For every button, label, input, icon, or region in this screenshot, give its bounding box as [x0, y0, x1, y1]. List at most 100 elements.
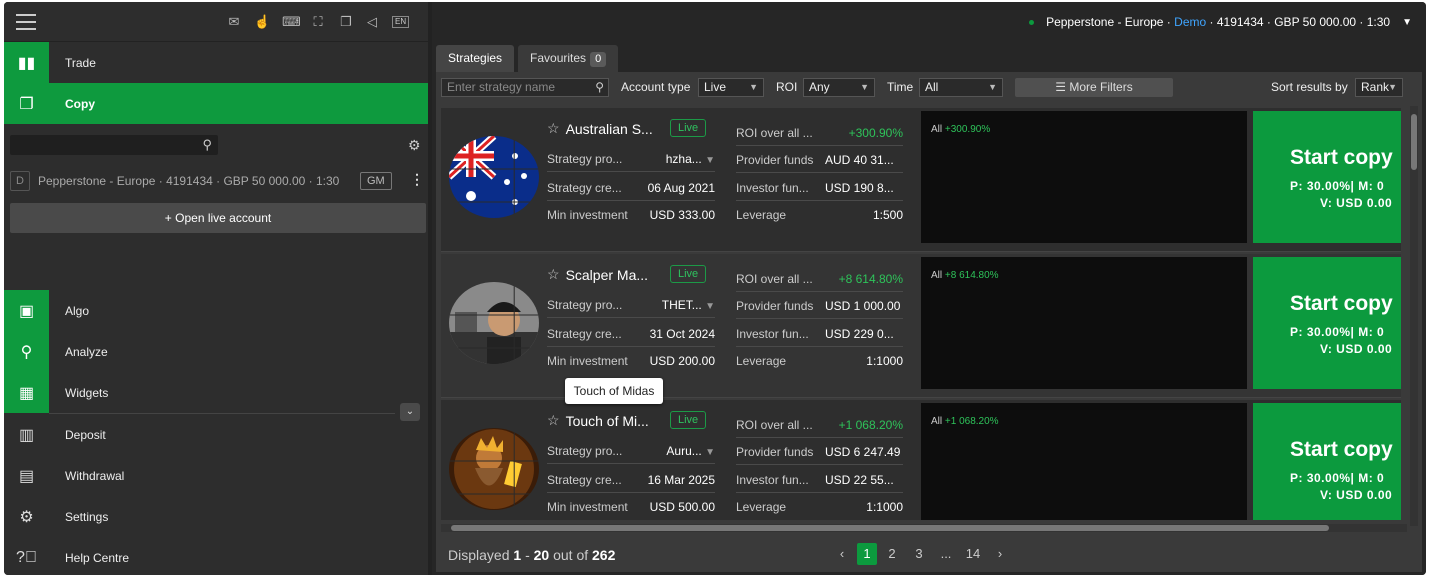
caret-down-icon[interactable]: ▼ — [1402, 17, 1412, 28]
time-select[interactable]: All ▼ — [919, 78, 1003, 97]
min-investment-label: Min investment — [547, 208, 628, 222]
strategy-name-tooltip: Touch of Midas — [565, 378, 663, 404]
more-options-icon[interactable]: ⋮ — [410, 171, 424, 188]
star-icon[interactable]: ☆ — [547, 266, 560, 283]
investor-funds-value: USD 229 0... — [825, 327, 894, 341]
account-search-input[interactable]: ⚲ — [10, 135, 218, 155]
start-copy-button[interactable]: Start copy P: 30.00%| M: 0 V: USD 0.00 — [1253, 257, 1401, 389]
created-label: Strategy cre... — [547, 327, 622, 341]
strategy-search-input[interactable]: Enter strategy name ⚲ — [441, 78, 609, 97]
chart-period: All — [931, 124, 943, 135]
total-count: 262 — [592, 547, 616, 563]
keyboard-icon[interactable]: ⌨ — [282, 14, 301, 30]
provider-value[interactable]: THET... ▼ — [631, 298, 715, 312]
chart-roi: +8 614.80% — [944, 270, 999, 281]
performance-chart[interactable]: All +300.90% — [921, 111, 1247, 243]
account-row[interactable]: D Pepperstone - Europe · 4191434 · GBP 5… — [10, 169, 424, 193]
start-copy-button[interactable]: Start copy P: 30.00%| M: 0 V: USD 0.00 — [1253, 111, 1401, 243]
language-selector[interactable]: EN — [392, 16, 410, 28]
roi-select[interactable]: Any ▼ — [803, 78, 875, 97]
performance-chart[interactable]: All +1 068.20% — [921, 403, 1247, 520]
strategy-card[interactable]: ☆ Scalper Ma... Live Strategy pro... THET… — [441, 254, 1401, 398]
provider-name: Auru... — [666, 444, 702, 458]
nav-item-trade[interactable]: ▮▮ Trade — [4, 42, 428, 83]
select-value: Live — [704, 80, 727, 94]
page-3-button[interactable]: 3 — [907, 543, 931, 565]
tab-label: Favourites — [530, 51, 587, 65]
roi-value: +8 614.80% — [838, 272, 903, 286]
nav-item-help[interactable]: ?⃝ Help Centre — [4, 537, 428, 575]
nav-item-widgets[interactable]: ▦ Widgets — [4, 372, 428, 413]
vertical-scrollbar[interactable] — [1410, 106, 1418, 526]
nav-item-deposit[interactable]: ▥ Deposit — [4, 414, 428, 455]
provider-label: Strategy pro... — [547, 298, 623, 312]
more-filters-label: More Filters — [1069, 80, 1133, 94]
star-icon[interactable]: ☆ — [547, 412, 560, 429]
investor-funds-value: USD 22 55... — [825, 473, 894, 487]
strategy-card[interactable]: ☆ Touch of Mi... Live Strategy pro... Aur… — [441, 400, 1401, 520]
fullscreen-icon[interactable]: ⛶ — [310, 14, 326, 30]
robot-icon: ▣ — [4, 290, 49, 331]
investor-funds-label: Investor fun... — [736, 473, 809, 487]
nav-item-withdrawal[interactable]: ▤ Withdrawal — [4, 455, 428, 496]
nav-item-settings[interactable]: ⚙ Settings — [4, 496, 428, 537]
tab-favourites[interactable]: Favourites 0 — [518, 45, 619, 72]
prev-page-button[interactable]: ‹ — [830, 543, 854, 565]
account-type-select[interactable]: Live ▼ — [698, 78, 764, 97]
help-icon: ?⃝ — [16, 548, 37, 566]
connection-status-dot — [1029, 19, 1035, 25]
account-type-label: Account type — [621, 80, 691, 94]
pagination: ‹ 1 2 3 ... 14 › — [830, 543, 1015, 565]
performance-chart[interactable]: All +8 614.80% — [921, 257, 1247, 389]
more-filters-button[interactable]: ☰ More Filters — [1015, 78, 1173, 97]
open-live-account-button[interactable]: + Open live account — [10, 203, 426, 233]
page-1-button[interactable]: 1 — [857, 543, 877, 565]
leverage-value: 1:500 — [872, 208, 903, 222]
windows-icon[interactable]: ❐ — [338, 14, 354, 30]
nav-label: Analyze — [65, 344, 108, 359]
divider — [547, 317, 715, 318]
account-status-bar[interactable]: Pepperstone - Europe · Demo · 4191434 · … — [432, 2, 1426, 42]
caret-down-icon: ▼ — [705, 155, 715, 166]
start-copy-button[interactable]: Start copy P: 30.00%| M: 0 V: USD 0.00 — [1253, 403, 1401, 520]
page-2-button[interactable]: 2 — [880, 543, 904, 565]
search-icon: ⚲ — [595, 80, 604, 94]
provider-value[interactable]: Auru... ▼ — [631, 444, 715, 458]
nav-item-algo[interactable]: ▣ Algo — [4, 290, 428, 331]
provider-value[interactable]: hzha... ▼ — [631, 152, 715, 166]
gm-badge[interactable]: GM — [360, 172, 392, 190]
main-area: Pepperstone - Europe · Demo · 4191434 · … — [432, 2, 1426, 575]
strategy-card[interactable]: ☆ Australian S... Live Strategy pro... hz… — [441, 108, 1401, 252]
strategy-name[interactable]: ☆ Scalper Ma... — [547, 266, 648, 283]
hand-pointer-icon[interactable]: ☝ — [254, 14, 270, 30]
sidebar-toolbar: ✉ ☝ ⌨ ⛶ ❐ ◁ EN — [4, 2, 428, 42]
horizontal-scrollbar[interactable] — [441, 524, 1407, 532]
live-badge: Live — [670, 411, 707, 429]
divider — [547, 346, 715, 347]
sound-icon[interactable]: ◁ — [364, 14, 380, 30]
divider — [736, 437, 903, 438]
volume-text: V: USD 0.00 — [1320, 196, 1393, 210]
strategy-name[interactable]: ☆ Australian S... — [547, 120, 653, 137]
nav-item-copy[interactable]: ❐ Copy — [4, 83, 428, 124]
nav-item-analyze[interactable]: ⚲ Analyze — [4, 331, 428, 372]
deposit-icon: ▥ — [18, 426, 35, 444]
gear-icon[interactable]: ⚙ — [408, 137, 421, 154]
hamburger-menu-icon[interactable] — [16, 14, 36, 30]
sort-select[interactable]: Rank ▼ — [1355, 78, 1403, 97]
min-investment-value: USD 333.00 — [649, 208, 715, 222]
next-page-button[interactable]: › — [988, 543, 1012, 565]
filter-bar: Enter strategy name ⚲ Account type Live ▼ … — [436, 72, 1422, 102]
tab-strategies[interactable]: Strategies — [436, 45, 515, 72]
mail-icon[interactable]: ✉ — [226, 14, 242, 30]
divider — [736, 145, 903, 146]
caret-down-icon: ▼ — [705, 301, 715, 312]
created-value: 06 Aug 2021 — [647, 181, 715, 195]
star-icon[interactable]: ☆ — [547, 120, 560, 137]
strategy-name[interactable]: ☆ Touch of Mi... — [547, 412, 649, 429]
roi-label: ROI over all ... — [736, 126, 813, 140]
analyze-icon: ⚲ — [4, 331, 49, 372]
page-14-button[interactable]: 14 — [961, 543, 985, 565]
select-value: Rank — [1361, 80, 1390, 94]
leverage-value: 1:1000 — [866, 500, 903, 514]
